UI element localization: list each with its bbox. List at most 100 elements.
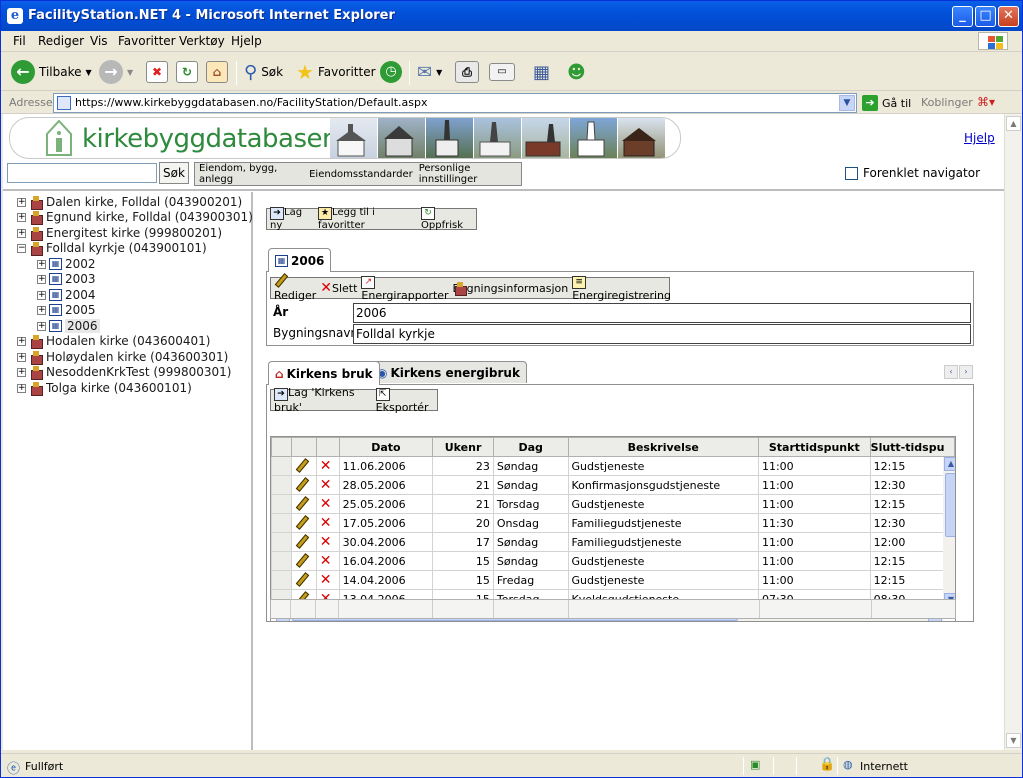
- collapse-icon[interactable]: −: [17, 243, 26, 253]
- expand-icon[interactable]: +: [17, 383, 26, 393]
- expand-icon[interactable]: +: [17, 367, 26, 377]
- minimize-button[interactable]: _: [952, 6, 973, 27]
- menu-fil[interactable]: Fil: [13, 34, 26, 48]
- tab-eiendomsstandarder[interactable]: Eiendomsstandarder: [309, 169, 413, 180]
- menu-favoritter[interactable]: Favoritter: [118, 34, 176, 48]
- expand-icon[interactable]: +: [37, 274, 46, 284]
- title-bar[interactable]: e FacilityStation.NET 4 - Microsoft Inte…: [1, 1, 1022, 31]
- tab-kirkens-energibruk[interactable]: ◉ Kirkens energibruk: [370, 361, 527, 383]
- back-button[interactable]: ← Tilbake ▼: [11, 59, 92, 85]
- help-link[interactable]: Hjelp: [964, 131, 995, 145]
- messenger-button[interactable]: ☻: [567, 59, 586, 85]
- column-header-starttidspunkt[interactable]: Starttidspunkt: [757, 437, 871, 457]
- new-button[interactable]: ➔ Lag ny: [270, 207, 314, 231]
- delete-row-button[interactable]: ✕: [315, 532, 340, 552]
- column-header-slutt[interactable]: Slutt-tidspu: [869, 437, 955, 457]
- delete-row-button[interactable]: ✕: [315, 513, 340, 533]
- edit-row-button[interactable]: [290, 494, 317, 514]
- history-button[interactable]: ◷: [380, 59, 402, 85]
- expand-icon[interactable]: +: [37, 321, 46, 331]
- tree-item-year[interactable]: + ▦ 2004: [37, 288, 96, 302]
- search-button[interactable]: ⚲ Søk: [244, 59, 283, 85]
- delete-row-button[interactable]: ✕: [315, 551, 340, 571]
- grid-vertical-thumb[interactable]: [945, 473, 955, 537]
- new-usage-button[interactable]: ➔ Lag 'Kirkens bruk': [274, 386, 372, 414]
- edit-record-button[interactable]: Rediger: [274, 274, 316, 302]
- delete-row-button[interactable]: ✕: [315, 570, 340, 590]
- tree-item[interactable]: + Holøydalen kirke (043600301): [17, 350, 228, 365]
- add-favorite-button[interactable]: ★ Legg til i favoritter: [318, 207, 417, 231]
- expand-icon[interactable]: +: [17, 197, 26, 207]
- building-info-button[interactable]: Bygningsinformasjon: [453, 282, 569, 295]
- links-toolbar[interactable]: Koblinger: [921, 96, 973, 109]
- page-scroll-down-icon[interactable]: ▼: [1006, 733, 1021, 748]
- expand-icon[interactable]: +: [37, 290, 46, 300]
- delete-row-button[interactable]: ✕: [315, 456, 340, 476]
- refresh-button[interactable]: ↻: [176, 59, 198, 85]
- tree-item-year[interactable]: + ▦ 2002: [37, 257, 96, 271]
- column-header-ukenr[interactable]: Ukenr: [432, 437, 494, 457]
- table-row[interactable]: ✕ 28.05.2006 21 Søndag Konfirmasjonsgudstjen…: [271, 475, 955, 495]
- energy-reports-button[interactable]: ↗Energirapporter: [361, 274, 449, 302]
- mail-button[interactable]: ✉ ▼: [417, 59, 442, 85]
- expand-icon[interactable]: +: [17, 212, 26, 222]
- expand-icon[interactable]: +: [37, 305, 46, 315]
- menu-vis[interactable]: Vis: [90, 34, 108, 48]
- table-row[interactable]: ✕ 17.05.2006 20 Onsdag Familiegudstjeneste 11…: [271, 513, 955, 533]
- delete-record-button[interactable]: ✕Slett: [320, 281, 357, 295]
- expand-icon[interactable]: +: [17, 352, 26, 362]
- tree-item[interactable]: − Folldal kyrkje (043900101): [17, 241, 207, 256]
- tree-item-year[interactable]: + ▦ 2003: [37, 272, 96, 286]
- table-row[interactable]: ✕ 14.04.2006 15 Fredag Gudstjeneste 11:00 12:1…: [271, 570, 955, 590]
- edit-row-button[interactable]: [290, 475, 317, 495]
- menu-verktoy[interactable]: Verktøy: [179, 34, 225, 48]
- tree-item-year-selected[interactable]: + ▦ 2006: [37, 319, 100, 333]
- delete-row-button[interactable]: ✕: [315, 494, 340, 514]
- table-row[interactable]: ✕ 25.05.2006 21 Torsdag Gudstjeneste 11:00 12:…: [271, 494, 955, 514]
- delete-row-button[interactable]: ✕: [315, 475, 340, 495]
- tree-item[interactable]: + Energitest kirke (999800201): [17, 226, 222, 241]
- edit-row-button[interactable]: [290, 570, 317, 590]
- research-button[interactable]: ▦: [533, 59, 550, 85]
- edit-row-button[interactable]: [290, 513, 317, 533]
- tab-kirkens-bruk[interactable]: ⌂ Kirkens bruk: [268, 361, 380, 385]
- forward-dropdown-icon[interactable]: ▼: [127, 68, 133, 77]
- column-header-dag[interactable]: Dag: [492, 437, 569, 457]
- tab-eiendom[interactable]: Eiendom, bygg, anlegg: [199, 163, 303, 185]
- stop-button[interactable]: ✖: [146, 59, 168, 85]
- table-row[interactable]: ✕ 30.04.2006 17 Søndag Familiegudstjeneste 11…: [271, 532, 955, 552]
- address-input[interactable]: https://www.kirkebyggdatabasen.no/Facili…: [53, 93, 857, 113]
- expand-icon[interactable]: +: [17, 228, 26, 238]
- edit-row-button[interactable]: [290, 456, 317, 476]
- table-row[interactable]: ✕ 16.04.2006 15 Søndag Gudstjeneste 11:00 12:1…: [271, 551, 955, 571]
- edit-row-button[interactable]: [290, 551, 317, 571]
- tab-year-2006[interactable]: ▦ 2006: [268, 248, 332, 272]
- scroll-up-icon[interactable]: ▲: [944, 457, 955, 471]
- page-scroll-up-icon[interactable]: ▲: [1006, 116, 1021, 131]
- expand-icon[interactable]: +: [37, 259, 46, 269]
- tab-personlige-innstillinger[interactable]: Personlige innstillinger: [419, 163, 521, 185]
- tab-scroll-right-icon[interactable]: ›: [959, 365, 973, 379]
- home-button[interactable]: ⌂: [206, 59, 228, 85]
- close-button[interactable]: ✕: [998, 6, 1019, 27]
- simplified-nav-checkbox[interactable]: [845, 166, 858, 180]
- back-dropdown-icon[interactable]: ▼: [86, 68, 92, 77]
- toolbar-extension-icon[interactable]: ⌘▾: [977, 95, 995, 109]
- maximize-button[interactable]: □: [975, 6, 996, 27]
- tree-item[interactable]: + Egnund kirke, Folldal (043900301): [17, 210, 253, 225]
- expand-icon[interactable]: +: [17, 336, 26, 346]
- refresh-data-button[interactable]: ↻Oppfrisk: [421, 207, 473, 231]
- search-submit-button[interactable]: Søk: [159, 162, 189, 184]
- export-button[interactable]: ⇱Eksportér: [375, 386, 434, 414]
- column-header-beskrivelse[interactable]: Beskrivelse: [567, 437, 759, 457]
- tab-scroll-left-icon[interactable]: ‹: [944, 365, 958, 379]
- tree-item-year[interactable]: + ▦ 2005: [37, 303, 96, 317]
- forward-button[interactable]: → ▼: [99, 59, 133, 85]
- energy-registration-button[interactable]: ≡Energiregistrering: [572, 274, 671, 302]
- edit-button[interactable]: ▭: [489, 59, 515, 85]
- lock-icon[interactable]: 🔒: [819, 757, 835, 772]
- print-button[interactable]: ⎙: [455, 59, 479, 85]
- address-dropdown-icon[interactable]: ▼: [839, 95, 855, 111]
- grid-vertical-scrollbar[interactable]: ▲ ▼: [943, 457, 955, 608]
- popup-status-icon[interactable]: ▣: [750, 758, 760, 771]
